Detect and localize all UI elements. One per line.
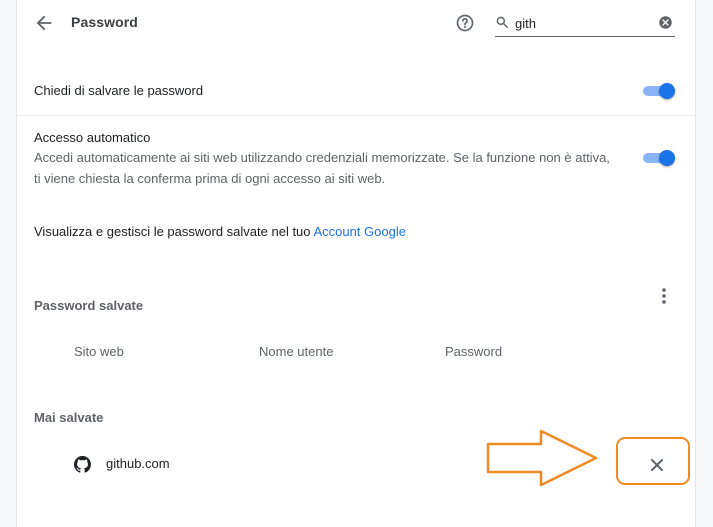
auto-signin-toggle[interactable] bbox=[643, 150, 675, 166]
github-icon bbox=[74, 456, 91, 473]
offer-to-save-label: Chiedi di salvare le password bbox=[34, 83, 204, 98]
offer-to-save-toggle[interactable] bbox=[643, 83, 675, 99]
never-saved-site: github.com bbox=[106, 456, 170, 471]
search-input[interactable] bbox=[515, 14, 645, 32]
page-title: Password bbox=[71, 14, 138, 30]
manage-account-label: Visualizza e gestisci le password salvat… bbox=[34, 224, 311, 239]
auto-signin-label: Accesso automatico bbox=[34, 130, 151, 145]
help-circle-icon[interactable] bbox=[455, 13, 475, 33]
arrow-back-icon[interactable] bbox=[33, 12, 55, 34]
toggle-knob bbox=[659, 83, 675, 99]
divider bbox=[17, 115, 695, 116]
toggle-knob bbox=[659, 150, 675, 166]
saved-passwords-title: Password salvate bbox=[34, 298, 144, 313]
close-icon[interactable] bbox=[639, 454, 675, 476]
header: Password bbox=[17, 0, 695, 46]
password-settings-card: Password Chiedi di salvare le password bbox=[16, 0, 696, 527]
auto-signin-description-line1: Accedi automaticamente ai siti web utili… bbox=[34, 150, 610, 165]
column-header-website: Sito web bbox=[74, 344, 124, 359]
clear-circle-icon[interactable] bbox=[658, 15, 673, 30]
more-vert-icon[interactable] bbox=[656, 286, 672, 306]
google-account-link[interactable]: Account Google bbox=[313, 224, 406, 239]
auto-signin-description-line2: ti viene chiesta la conferma prima di og… bbox=[34, 171, 386, 186]
search-icon bbox=[496, 16, 508, 28]
offer-to-save-row: Chiedi di salvare le password bbox=[17, 78, 695, 104]
auto-signin-row: Accesso automatico Accedi automaticament… bbox=[17, 128, 695, 188]
never-saved-title: Mai salvate bbox=[34, 410, 104, 425]
search-field bbox=[495, 12, 675, 37]
column-header-username: Nome utente bbox=[259, 344, 334, 359]
never-saved-item: github.com bbox=[17, 444, 695, 484]
column-header-password: Password bbox=[445, 344, 503, 359]
manage-account-text: Visualizza e gestisci le password salvat… bbox=[34, 224, 406, 239]
manage-account-row: Visualizza e gestisci le password salvat… bbox=[17, 222, 695, 244]
